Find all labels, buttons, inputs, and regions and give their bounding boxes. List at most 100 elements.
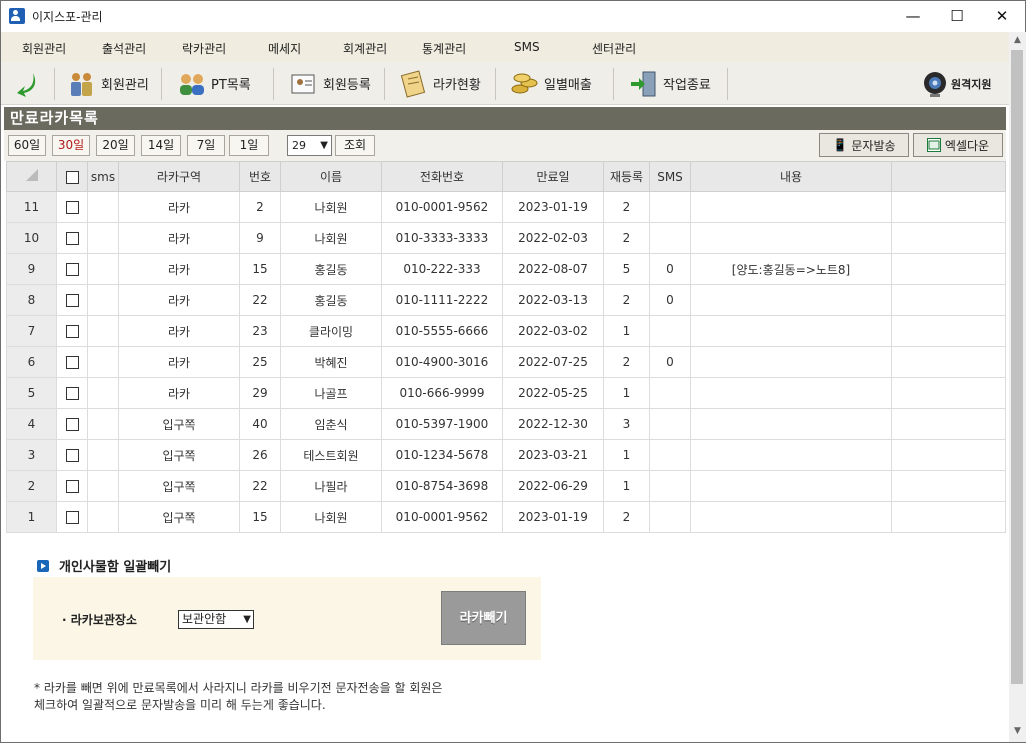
col-header-sms-count[interactable]: SMS xyxy=(649,161,691,192)
row-number[interactable]: 1 xyxy=(6,501,57,533)
back-arrow-icon xyxy=(17,72,36,97)
row-memo xyxy=(690,284,892,316)
row-memo xyxy=(690,501,892,533)
table-row[interactable]: 5 라카 29 나골프 010-666-9999 2022-05-25 1 xyxy=(6,377,1006,409)
row-checkbox-cell xyxy=(56,408,88,440)
filter-20-days[interactable]: 20일 xyxy=(96,135,135,156)
col-header-phone[interactable]: 전화번호 xyxy=(381,161,503,192)
row-sms-count xyxy=(649,315,691,347)
menu-statistics[interactable]: 통계관리 xyxy=(422,40,466,57)
row-select-checkbox[interactable] xyxy=(65,356,79,369)
scroll-down-icon[interactable]: ▼ xyxy=(1009,723,1026,740)
storage-location-value: 보관안함 xyxy=(182,612,227,626)
table-row[interactable]: 9 라카 15 홍길동 010-222-333 2022-08-07 5 0 [양도:홍길동=>… xyxy=(6,253,1006,285)
row-name: 클라이밍 xyxy=(280,315,382,347)
row-number[interactable]: 11 xyxy=(6,191,57,223)
col-header-number[interactable]: 번호 xyxy=(239,161,281,192)
scroll-thumb[interactable] xyxy=(1011,50,1023,684)
toolbar-locker-status-button[interactable]: 라카현황 xyxy=(399,65,481,102)
menu-message[interactable]: 메세지 xyxy=(268,40,301,57)
search-button[interactable]: 조회 xyxy=(335,135,375,156)
select-all-checkbox[interactable] xyxy=(65,170,79,184)
table-row[interactable]: 1 입구쪽 15 나회원 010-0001-9562 2023-01-19 2 xyxy=(6,501,1006,533)
table-row[interactable]: 10 라카 9 나회원 010-3333-3333 2022-02-03 2 xyxy=(6,222,1006,254)
row-select-checkbox[interactable] xyxy=(65,511,79,524)
send-sms-button[interactable]: 📱 문자발송 xyxy=(819,133,909,157)
row-select-checkbox[interactable] xyxy=(65,201,79,214)
toolbar-member-button[interactable]: 회원관리 xyxy=(67,65,149,102)
filter-1-day[interactable]: 1일 xyxy=(229,135,269,156)
col-header-reregister[interactable]: 재등록 xyxy=(603,161,650,192)
row-select-checkbox[interactable] xyxy=(65,480,79,493)
days-select[interactable]: 29 ▼ xyxy=(287,135,332,156)
vertical-scrollbar[interactable]: ▲ ▼ xyxy=(1009,32,1026,742)
table-row[interactable]: 8 라카 22 홍길동 010-1111-2222 2022-03-13 2 0 xyxy=(6,284,1006,316)
table-row[interactable]: 11 라카 2 나회원 010-0001-9562 2023-01-19 2 xyxy=(6,191,1006,223)
row-select-checkbox[interactable] xyxy=(65,449,79,462)
row-locker-number: 40 xyxy=(239,408,281,440)
row-number[interactable]: 4 xyxy=(6,408,57,440)
row-reregister: 1 xyxy=(603,439,650,471)
row-sms-cell xyxy=(87,253,119,285)
toolbar-register-button[interactable]: 회원등록 xyxy=(289,65,371,102)
menu-accounting[interactable]: 회계관리 xyxy=(343,40,387,57)
toolbar-exit-button[interactable]: 작업종료 xyxy=(629,65,711,102)
row-select-checkbox[interactable] xyxy=(65,263,79,276)
filter-60-days[interactable]: 60일 xyxy=(8,135,46,156)
table-row[interactable]: 2 입구쪽 22 나필라 010-8754-3698 2022-06-29 1 xyxy=(6,470,1006,502)
col-header-name[interactable]: 이름 xyxy=(280,161,382,192)
row-locker-number: 26 xyxy=(239,439,281,471)
row-sms-count: 0 xyxy=(649,253,691,285)
menu-center[interactable]: 센터관리 xyxy=(592,40,636,57)
filter-30-days[interactable]: 30일 xyxy=(52,135,90,156)
row-memo: [양도:홍길동=>노트8] xyxy=(690,253,892,285)
row-number[interactable]: 8 xyxy=(6,284,57,316)
row-number[interactable]: 10 xyxy=(6,222,57,254)
select-all-header[interactable] xyxy=(56,161,88,192)
storage-location-select[interactable]: 보관안함 ▼ xyxy=(178,610,254,629)
maximize-button[interactable]: ☐ xyxy=(934,1,980,31)
col-header-zone[interactable]: 라카구역 xyxy=(118,161,240,192)
scroll-up-icon[interactable]: ▲ xyxy=(1009,32,1026,49)
excel-download-button[interactable]: 엑셀다운 xyxy=(913,133,1003,157)
register-icon xyxy=(291,74,315,93)
menu-member[interactable]: 회원관리 xyxy=(22,40,66,57)
close-button[interactable]: ✕ xyxy=(979,1,1025,31)
col-header-expire[interactable]: 만료일 xyxy=(502,161,604,192)
table-row[interactable]: 3 입구쪽 26 테스트회원 010-1234-5678 2023-03-21 1 xyxy=(6,439,1006,471)
toolbar-daily-sales-button[interactable]: 일별매출 xyxy=(510,65,592,102)
menu-locker[interactable]: 락카관리 xyxy=(182,40,226,57)
row-number[interactable]: 5 xyxy=(6,377,57,409)
row-number[interactable]: 3 xyxy=(6,439,57,471)
row-select-checkbox[interactable] xyxy=(65,325,79,338)
col-header-memo[interactable]: 내용 xyxy=(690,161,892,192)
row-select-checkbox[interactable] xyxy=(65,418,79,431)
table-row[interactable]: 4 입구쪽 40 임춘식 010-5397-1900 2022-12-30 3 xyxy=(6,408,1006,440)
remote-support-button[interactable]: 원격지원 xyxy=(921,65,991,102)
row-number[interactable]: 9 xyxy=(6,253,57,285)
filter-7-days[interactable]: 7일 xyxy=(187,135,225,156)
toolbar-pt-button[interactable]: PT목록 xyxy=(177,65,251,102)
grid-corner-header[interactable] xyxy=(6,161,57,192)
row-sms-cell xyxy=(87,222,119,254)
col-header-sms-check[interactable]: sms xyxy=(87,161,119,192)
back-arrow-button[interactable] xyxy=(15,65,41,102)
row-number[interactable]: 2 xyxy=(6,470,57,502)
row-sms-count xyxy=(649,408,691,440)
row-sms-count xyxy=(649,439,691,471)
row-checkbox-cell xyxy=(56,222,88,254)
menu-attendance[interactable]: 출석관리 xyxy=(102,40,146,57)
mobile-phone-icon: 📱 xyxy=(832,138,848,152)
menu-sms[interactable]: SMS xyxy=(514,40,540,54)
row-select-checkbox[interactable] xyxy=(65,232,79,245)
filter-14-days[interactable]: 14일 xyxy=(141,135,181,156)
minimize-button[interactable]: — xyxy=(890,1,936,31)
row-number[interactable]: 7 xyxy=(6,315,57,347)
row-number[interactable]: 6 xyxy=(6,346,57,378)
table-row[interactable]: 7 라카 23 클라이밍 010-5555-6666 2022-03-02 1 xyxy=(6,315,1006,347)
row-locker-number: 2 xyxy=(239,191,281,223)
remove-lockers-button[interactable]: 라카빼기 xyxy=(441,591,526,645)
row-select-checkbox[interactable] xyxy=(65,294,79,307)
row-select-checkbox[interactable] xyxy=(65,387,79,400)
table-row[interactable]: 6 라카 25 박혜진 010-4900-3016 2022-07-25 2 0 xyxy=(6,346,1006,378)
